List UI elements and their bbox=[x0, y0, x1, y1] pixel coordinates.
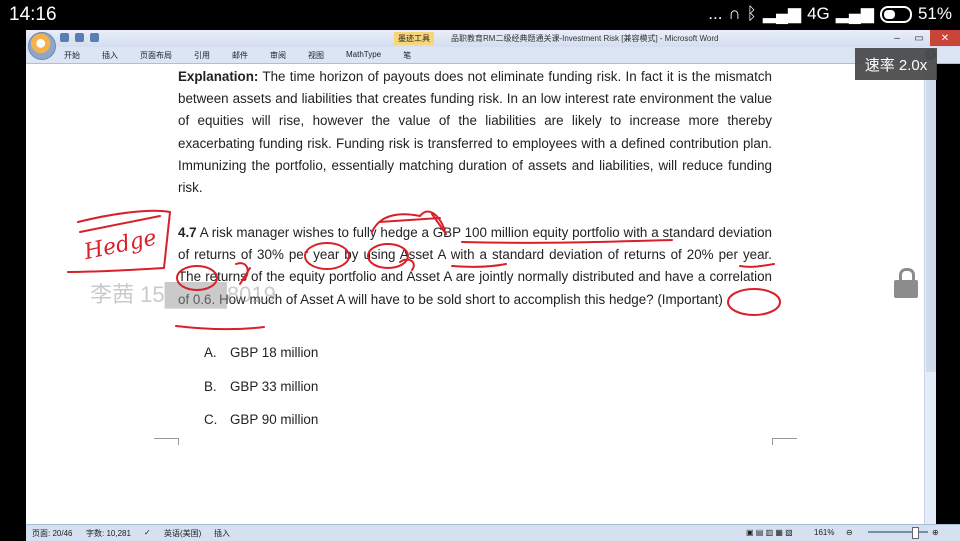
phone-status-bar: 14:16 ... ∩ ᛒ ▂▄▆ 4G ▂▄▆ 51% bbox=[0, 0, 960, 30]
zoom-slider-thumb[interactable] bbox=[912, 527, 919, 539]
zoom-level[interactable]: 161% bbox=[814, 528, 834, 537]
clock: 14:16 bbox=[9, 4, 57, 25]
zoom-out-icon[interactable]: ⊖ bbox=[846, 528, 853, 537]
status-indicators: ... ∩ ᛒ ▂▄▆ 4G ▂▄▆ 51% bbox=[708, 4, 952, 24]
tab-pen[interactable]: 笔 bbox=[403, 50, 411, 61]
network-type: 4G bbox=[807, 4, 830, 23]
zoom-in-icon[interactable]: ⊕ bbox=[932, 528, 939, 537]
maximize-button[interactable]: ▭ bbox=[908, 30, 930, 46]
battery-percent: 51% bbox=[917, 4, 952, 23]
headset-icon: ∩ bbox=[728, 4, 741, 23]
tab-home[interactable]: 开始 bbox=[64, 50, 80, 61]
language[interactable]: 英语(美国) bbox=[164, 528, 201, 539]
tab-page-layout[interactable]: 页面布局 bbox=[140, 50, 172, 61]
window-controls: – ▭ ✕ bbox=[886, 30, 960, 46]
lock-icon[interactable] bbox=[894, 268, 918, 300]
screen-edge bbox=[936, 64, 960, 540]
option-text: GBP 18 million bbox=[230, 345, 319, 360]
option-a: A. GBP 18 million bbox=[204, 345, 318, 379]
question-number: 4.7 bbox=[178, 225, 197, 240]
office-button[interactable] bbox=[28, 32, 56, 60]
signal-icon: ▂▄▆ bbox=[762, 4, 802, 23]
tab-insert[interactable]: 插入 bbox=[102, 50, 118, 61]
window-title: 品职教育RM二级经典题通关课-Investment Risk [兼容模式] - … bbox=[451, 34, 719, 43]
quick-access-toolbar bbox=[60, 33, 99, 42]
explanation-label: Explanation: bbox=[178, 69, 259, 84]
option-text: GBP 33 million bbox=[230, 378, 319, 394]
tab-mathtype[interactable]: MathType bbox=[346, 50, 381, 61]
ribbon: 开始 插入 页面布局 引用 邮件 审阅 视图 MathType 笔 ? bbox=[26, 47, 960, 64]
playback-speed-badge[interactable]: 速率 2.0x bbox=[855, 48, 937, 80]
option-letter: C. bbox=[204, 412, 218, 427]
dots-indicator: ... bbox=[708, 4, 723, 23]
tab-view[interactable]: 视图 bbox=[308, 50, 324, 61]
close-button[interactable]: ✕ bbox=[930, 30, 960, 46]
page-corner-mark-right bbox=[772, 438, 797, 445]
redo-icon[interactable] bbox=[90, 33, 99, 42]
minimize-button[interactable]: – bbox=[886, 30, 908, 46]
option-b: B. GBP 33 million bbox=[204, 379, 318, 413]
zoom-slider[interactable] bbox=[868, 531, 928, 533]
option-text: GBP 90 million bbox=[230, 412, 319, 427]
option-letter: A. bbox=[204, 345, 217, 360]
bluetooth-icon: ᛒ bbox=[746, 4, 757, 23]
page-corner-mark-left bbox=[154, 438, 179, 445]
tab-review[interactable]: 审阅 bbox=[270, 50, 286, 61]
word-count[interactable]: 字数: 10,281 bbox=[86, 528, 131, 539]
answer-options: A. GBP 18 million B. GBP 33 million C. G… bbox=[204, 345, 318, 446]
explanation-paragraph: Explanation: The time horizon of payouts… bbox=[178, 66, 772, 199]
tab-references[interactable]: 引用 bbox=[194, 50, 210, 61]
battery-icon bbox=[879, 5, 912, 23]
scrollbar-thumb[interactable] bbox=[926, 72, 936, 372]
tab-mailings[interactable]: 邮件 bbox=[232, 50, 248, 61]
insert-mode[interactable]: 插入 bbox=[214, 528, 230, 539]
word-statusbar: 页面: 20/46 字数: 10,281 ✓ 英语(美国) 插入 ▣ ▤ ▥ ▦… bbox=[26, 524, 960, 541]
undo-icon[interactable] bbox=[75, 33, 84, 42]
option-letter: B. bbox=[204, 378, 217, 394]
watermark: 李茜 15████8019 bbox=[90, 282, 276, 307]
word-titlebar: 墨迹工具 品职教育RM二级经典题通关课-Investment Risk [兼容模… bbox=[26, 30, 960, 48]
signal-icon-2: ▂▄▆ bbox=[835, 4, 874, 23]
save-icon[interactable] bbox=[60, 33, 69, 42]
option-c: C. GBP 90 million bbox=[204, 412, 318, 446]
page-count[interactable]: 页面: 20/46 bbox=[32, 528, 72, 539]
view-buttons[interactable]: ▣ ▤ ▥ ▦ ▧ bbox=[746, 528, 793, 537]
explanation-text: The time horizon of payouts does not eli… bbox=[178, 69, 772, 196]
ink-tools-context-tab[interactable]: 墨迹工具 bbox=[394, 32, 434, 45]
proofing-icon[interactable]: ✓ bbox=[144, 528, 151, 537]
ribbon-tabs: 开始 插入 页面布局 引用 邮件 审阅 视图 MathType 笔 bbox=[64, 50, 433, 61]
